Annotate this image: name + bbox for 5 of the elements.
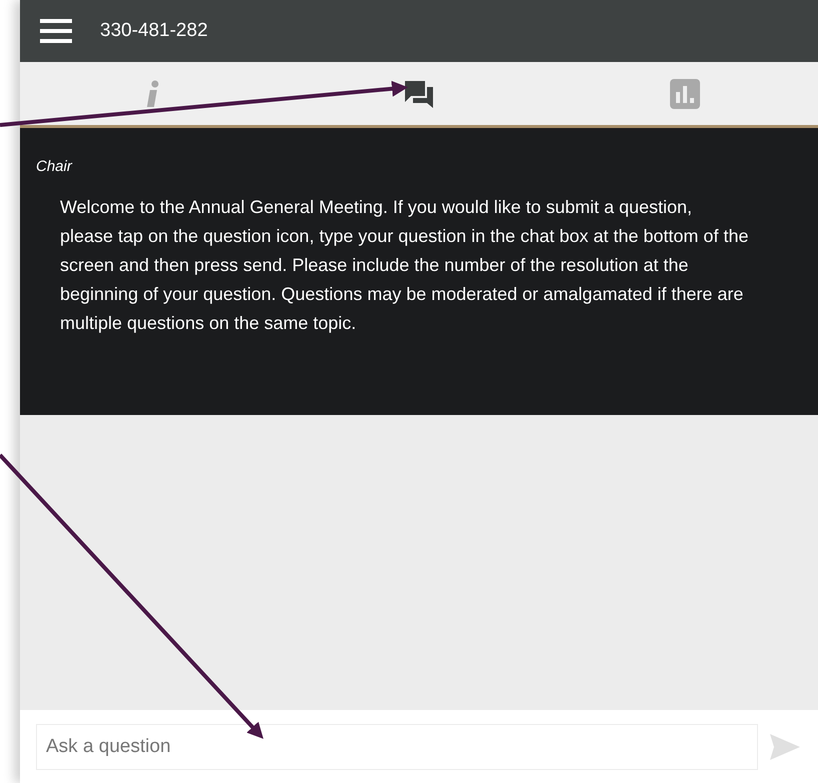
- menu-button[interactable]: [40, 19, 72, 43]
- question-input[interactable]: Ask a question: [36, 724, 758, 770]
- message-sender: Chair: [36, 157, 74, 177]
- message-text: Welcome to the Annual General Meeting. If you would like to submit a question, please tap on the question icon, type your question in the chat box at the bottom of the screen and then press send. Please include the number of the resolution at the beginning of your question. Questions may be moderated or amalgamated if there are multiple questions on the same topic.: [60, 196, 750, 335]
- meeting-id: 330-481-282: [100, 18, 208, 43]
